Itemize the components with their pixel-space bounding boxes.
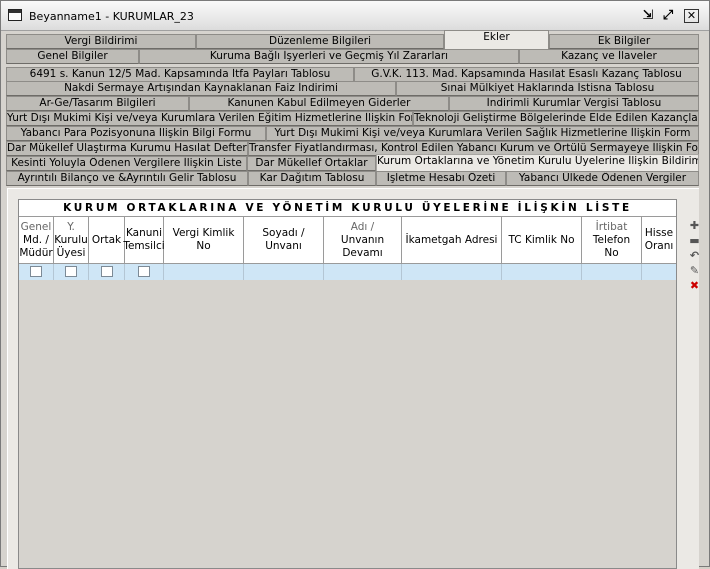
col-kanuni-temsilci[interactable]: Kanuni Temsilci	[123, 217, 165, 264]
tab-kkeg[interactable]: Kanunen Kabul Edilmeyen Giderler	[189, 96, 449, 111]
tab-saglik-hizmetleri[interactable]: Yurt Dışı Mukimi Kişi ve/veya Kurumlara …	[266, 126, 699, 141]
cell-vergi-kimlik-no[interactable]	[164, 264, 244, 280]
cell-tc-kimlik-no[interactable]	[502, 264, 582, 280]
cell-kurul-uyesi[interactable]	[54, 264, 89, 280]
ortaklar-grid[interactable]: KURUM ORTAKLARINA VE YÖNETİM KURULU ÜYEL…	[18, 199, 677, 569]
tab-indirimli-kv[interactable]: İndirimli Kurumlar Vergisi Tablosu	[449, 96, 699, 111]
close-icon[interactable]: ✕	[684, 9, 699, 23]
window-icon	[8, 9, 22, 21]
cell-ortak[interactable]	[89, 264, 125, 280]
cell-genel-mudur[interactable]	[19, 264, 54, 280]
cell-adi-unvanin-devami[interactable]	[324, 264, 402, 280]
add-row-icon[interactable]: ✚	[688, 220, 701, 232]
tab-ayrintili-bilanco[interactable]: Ayrıntılı Bilanço ve &Ayrıntılı Gelir Ta…	[6, 171, 248, 186]
tab-vergi-bildirimi[interactable]: Vergi Bildirimi	[6, 34, 196, 49]
tab-kar-dagitim[interactable]: Kar Dağıtım Tablosu	[248, 171, 376, 186]
tab-content-panel: KURUM ORTAKLARINA VE YÖNETİM KURULU ÜYEL…	[7, 188, 701, 569]
table-row[interactable]	[19, 264, 676, 280]
kanuni-temsilci-checkbox[interactable]	[138, 266, 150, 277]
genel-mudur-checkbox[interactable]	[30, 266, 42, 277]
col-hisse-orani[interactable]: Hisse Oranı	[642, 217, 676, 264]
col-genel-mudur[interactable]: Genel Md. / Müdür	[19, 217, 54, 264]
app-window: Beyanname1 - KURUMLAR_23 ⇲ ⤢ ✕ Vergi Bil…	[0, 0, 710, 569]
window-title: Beyanname1 - KURUMLAR_23	[29, 10, 194, 23]
tab-arge-tasarim[interactable]: Ar-Ge/Tasarım Bilgileri	[6, 96, 189, 111]
col-tc-kimlik-no[interactable]: TC Kimlik No	[502, 217, 582, 264]
tab-sinai-mulkiyet[interactable]: Sınai Mülkiyet Haklarında İstisna Tablos…	[396, 81, 699, 96]
ortak-checkbox[interactable]	[101, 266, 113, 277]
delete-icon[interactable]: ✖	[688, 280, 701, 292]
col-irtibat-telefon[interactable]: İrtibat Telefon No	[582, 217, 642, 264]
cell-ikametgah-adresi[interactable]	[402, 264, 502, 280]
tab-hasilat-esasli-kazanc[interactable]: G.V.K. 113. Mad. Kapsamında Hasılat Esas…	[354, 67, 699, 82]
minimize-icon[interactable]: ⇲	[640, 9, 656, 23]
tab-ulastirma-hasilat[interactable]: Dar Mükellef Ulaştırma Kurumu Hasılat De…	[6, 141, 248, 156]
kurul-uyesi-checkbox[interactable]	[65, 266, 77, 277]
tab-yabanci-ulkede-vergiler[interactable]: Yabancı Ülkede Ödenen Vergiler	[506, 171, 699, 186]
tab-duzenleme-bilgileri[interactable]: Düzenleme Bilgileri	[196, 34, 444, 49]
title-bar: Beyanname1 - KURUMLAR_23 ⇲ ⤢ ✕	[1, 1, 709, 31]
tab-yabanci-para[interactable]: Yabancı Para Pozisyonuna İlişkin Bilgi F…	[6, 126, 266, 141]
col-adi-unvanin-devami[interactable]: Adı / Unvanın Devamı	[324, 217, 402, 264]
undo-icon[interactable]: ↶	[688, 250, 701, 262]
cell-irtibat-telefon[interactable]	[582, 264, 642, 280]
remove-row-icon[interactable]: ▬	[688, 235, 701, 247]
tab-genel-bilgiler[interactable]: Genel Bilgiler	[6, 49, 139, 64]
tab-faiz-indirimi[interactable]: Nakdi Sermaye Artışından Kaynaklanan Fai…	[6, 81, 396, 96]
tab-teknoloji-gelistirme[interactable]: Teknoloji Geliştirme Bölgelerinde Elde E…	[413, 111, 699, 126]
maximize-icon[interactable]: ⤢	[660, 9, 676, 23]
col-kurul-uyesi[interactable]: Y. Kurulu Üyesi	[54, 217, 89, 264]
col-ortak[interactable]: Ortak	[89, 217, 125, 264]
tab-itfa-paylari[interactable]: 6491 s. Kanun 12/5 Mad. Kapsamında İtfa …	[6, 67, 354, 82]
cell-kanuni-temsilci[interactable]	[125, 264, 164, 280]
tab-kesinti-yoluyla[interactable]: Kesinti Yoluyla Ödenen Vergilere İlişkin…	[6, 156, 247, 171]
cell-hisse-orani[interactable]	[642, 264, 676, 280]
col-vergi-kimlik-no[interactable]: Vergi Kimlik No	[164, 217, 244, 264]
tab-kuruma-bagli-isyerleri[interactable]: Kuruma Bağlı İşyerleri ve Geçmiş Yıl Zar…	[139, 49, 519, 64]
col-soyadi-unvani[interactable]: Soyadı / Unvanı	[244, 217, 324, 264]
tab-kazanc-ve-ilaveler[interactable]: Kazanç ve İlaveler	[519, 49, 699, 64]
tab-ek-bilgiler[interactable]: Ek Bilgiler	[549, 34, 699, 49]
tab-kurum-ortaklari[interactable]: Kurum Ortaklarına ve Yönetim Kurulu Üyel…	[376, 154, 699, 171]
cell-soyadi-unvani[interactable]	[244, 264, 324, 280]
tab-egitim-hizmetleri[interactable]: Yurt Dışı Mukimi Kişi ve/veya Kurumlara …	[6, 111, 413, 126]
tab-dar-mukellef-ortaklar[interactable]: Dar Mükellef Ortaklar	[247, 156, 376, 171]
grid-title: KURUM ORTAKLARINA VE YÖNETİM KURULU ÜYEL…	[19, 200, 676, 217]
tab-isletme-hesabi[interactable]: İşletme Hesabı Özeti	[376, 171, 506, 186]
edit-icon[interactable]: ✎	[688, 265, 701, 277]
col-ikametgah-adresi[interactable]: İkametgah Adresi	[402, 217, 502, 264]
